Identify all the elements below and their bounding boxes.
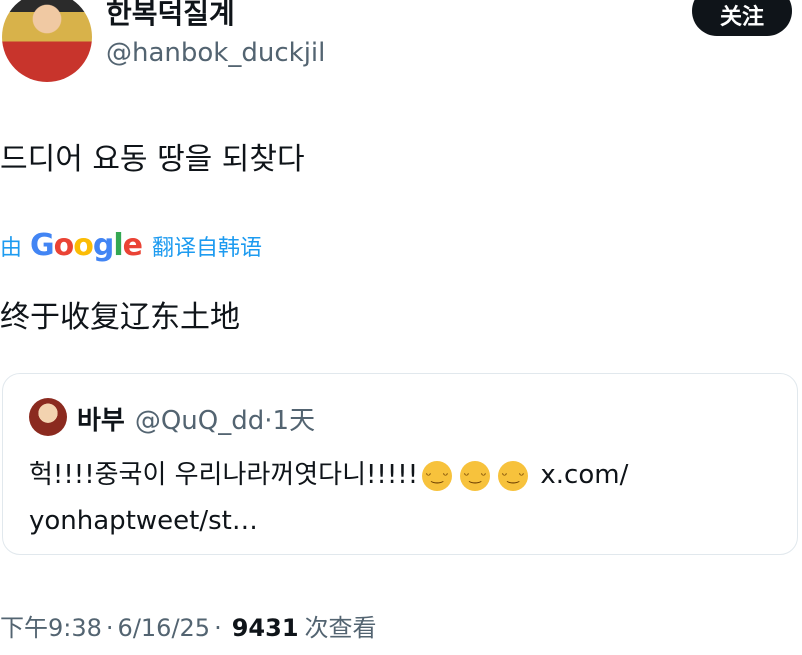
google-logo: Google [30, 228, 143, 263]
author-avatar[interactable] [2, 0, 92, 82]
translated-by-label: 由 [0, 235, 23, 261]
translation-attribution: 由 Google 翻译自韩语 [0, 228, 262, 263]
quoted-separator: · [264, 406, 273, 436]
views-count: 9431 [231, 614, 299, 642]
grinning-face-icon: ᵕ‿ᵕ [498, 460, 529, 491]
meta-separator: · [105, 614, 114, 642]
tweet-date[interactable]: 6/16/25 [118, 614, 211, 642]
quoted-tweet-header: 바부 @QuQ_dd · 1天 [77, 400, 315, 437]
author-handle[interactable]: @hanbok_duckjil [106, 38, 325, 68]
grinning-face-icon: ᵕ‿ᵕ [460, 460, 491, 491]
quoted-author-handle: @QuQ_dd [134, 406, 265, 436]
quoted-author-avatar [29, 398, 67, 436]
quoted-link-path[interactable]: yonhaptweet/st… [29, 506, 258, 536]
translated-text: 终于收复辽东土地 [0, 300, 240, 335]
grinning-face-icon: ᵕ‿ᵕ [422, 460, 453, 491]
tweet-text: 드디어 요동 땅을 되찾다 [0, 142, 305, 177]
quoted-link-domain[interactable]: x.com/ [540, 460, 628, 490]
views-label: 次查看 [304, 614, 377, 642]
quoted-author-name: 바부 [77, 406, 125, 436]
tweet-meta: 下午9:38 · 6/16/25 · 9431 次查看 [0, 608, 377, 643]
follow-button[interactable]: 关注 [692, 0, 792, 36]
meta-separator: · [214, 614, 222, 642]
quoted-time: 1天 [272, 406, 316, 436]
quoted-tweet-card[interactable]: 바부 @QuQ_dd · 1天 헉!!!!중국이 우리나라꺼엿다니!!!!! ᵕ‿… [2, 373, 798, 555]
author-display-name[interactable]: 한복덕질계 [106, 0, 235, 32]
tweet-time[interactable]: 下午9:38 [0, 608, 102, 643]
quoted-tweet-text: 헉!!!!중국이 우리나라꺼엿다니!!!!! ᵕ‿ᵕ ᵕ‿ᵕ ᵕ‿ᵕ x.com/ y… [29, 460, 629, 536]
translate-link[interactable]: 翻译自韩语 [152, 230, 262, 262]
